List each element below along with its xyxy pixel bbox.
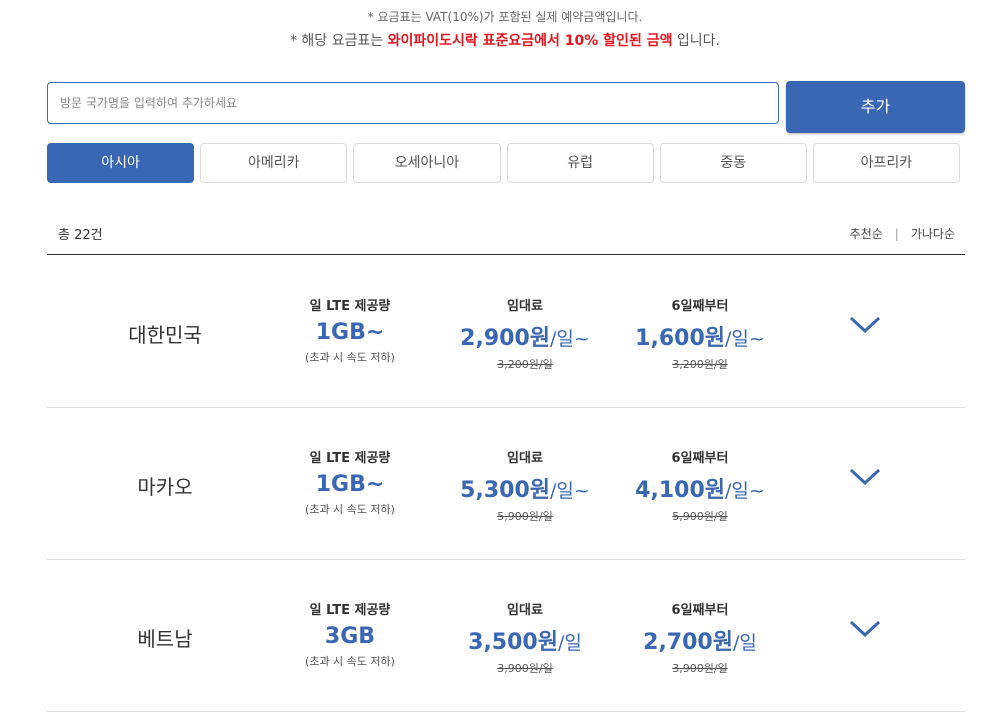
- day6-price-unit: /일~: [725, 328, 765, 350]
- tab-oceania[interactable]: 오세아니아: [353, 143, 501, 183]
- tab-middle-east[interactable]: 중동: [659, 143, 807, 183]
- data-allowance-note: (초과 시 속도 저하): [305, 351, 395, 364]
- tab-europe[interactable]: 유럽: [506, 143, 654, 183]
- rental-price-unit: /일~: [550, 480, 590, 502]
- tab-africa[interactable]: 아프리카: [812, 143, 961, 183]
- day6-old-price: 5,900원/일: [672, 510, 728, 523]
- day6-old-price: 3,200원/일: [672, 358, 728, 371]
- data-allowance-column: 일 LTE 제공량 1GB~ (초과 시 속도 저하): [270, 295, 430, 365]
- rental-old-price: 5,900원/일: [497, 510, 553, 523]
- day6-label: 6일째부터: [671, 451, 729, 466]
- rental-old-price: 3,900원/일: [497, 662, 553, 675]
- day6-column: 6일째부터 1,600원/일~ 3,200원/일: [620, 295, 780, 372]
- tab-asia[interactable]: 아시아: [47, 143, 195, 183]
- vat-notice: * 요금표는 VAT(10%)가 포함된 실제 예약금액입니다.: [367, 10, 643, 24]
- day6-column: 6일째부터 2,700원/일 3,900원/일: [620, 599, 780, 676]
- chevron-down-icon[interactable]: [849, 315, 881, 335]
- region-tabs: 아시아 아메리카 오세아니아 유럽 중동 아프리카: [47, 143, 961, 183]
- rental-label: 임대료: [507, 603, 543, 618]
- result-count: 총 22건: [58, 228, 103, 243]
- discount-notice: * 해당 요금표는 와이파이도시락 표준요금에서 10% 할인된 금액 입니다.: [0, 30, 996, 50]
- list-item: 베트남 일 LTE 제공량 3GB (초과 시 속도 저하) 임대료 3,500…: [47, 559, 965, 712]
- rental-old-price: 3,200원/일: [497, 358, 553, 371]
- country-search-input[interactable]: 방문 국가명을 입력하여 추가하세요: [47, 82, 779, 124]
- day6-column: 6일째부터 4,100원/일~ 5,900원/일: [620, 447, 780, 524]
- day6-price-unit: /일~: [725, 480, 765, 502]
- day6-price-amount: 4,100원: [635, 478, 725, 503]
- rental-column: 임대료 3,500원/일 3,900원/일: [445, 599, 605, 676]
- day6-price-unit: /일: [732, 632, 757, 654]
- country-name: 마카오: [137, 475, 193, 499]
- data-allowance-label: 일 LTE 제공량: [309, 299, 391, 314]
- rental-price: 2,900원/일~: [445, 320, 605, 352]
- data-allowance-note: (초과 시 속도 저하): [305, 655, 395, 668]
- rental-price: 5,300원/일~: [445, 472, 605, 504]
- tab-america[interactable]: 아메리카: [200, 143, 348, 183]
- rental-price-amount: 2,900원: [460, 326, 550, 351]
- data-allowance-value: 1GB~: [315, 472, 385, 497]
- list-item: 대한민국 일 LTE 제공량 1GB~ (초과 시 속도 저하) 임대료 2,9…: [47, 255, 965, 408]
- day6-price-amount: 2,700원: [643, 630, 733, 655]
- rental-column: 임대료 2,900원/일~ 3,200원/일: [445, 295, 605, 372]
- sort-options: 추천순 | 가나다순: [850, 225, 955, 242]
- rental-price: 3,500원/일: [445, 624, 605, 656]
- country-name: 대한민국: [128, 323, 202, 347]
- data-allowance-value: 1GB~: [315, 320, 385, 345]
- day6-price-amount: 1,600원: [635, 326, 725, 351]
- sort-separator: |: [894, 227, 899, 241]
- data-allowance-column: 일 LTE 제공량 3GB (초과 시 속도 저하): [270, 599, 430, 669]
- country-name: 베트남: [137, 627, 193, 651]
- chevron-down-icon[interactable]: [849, 619, 881, 639]
- discount-notice-prefix: * 해당 요금표는: [289, 33, 388, 49]
- data-allowance-note: (초과 시 속도 저하): [305, 503, 395, 516]
- sort-recommended-link[interactable]: 추천순: [850, 227, 883, 241]
- rental-label: 임대료: [507, 299, 543, 314]
- add-country-button[interactable]: 추가: [786, 81, 965, 133]
- data-allowance-label: 일 LTE 제공량: [309, 603, 391, 618]
- rental-price-unit: /일~: [550, 328, 590, 350]
- rental-column: 임대료 5,300원/일~ 5,900원/일: [445, 447, 605, 524]
- day6-price: 1,600원/일~: [620, 320, 780, 352]
- rental-price-unit: /일: [557, 632, 582, 654]
- chevron-down-icon[interactable]: [849, 467, 881, 487]
- sort-alphabetical-link[interactable]: 가나다순: [911, 227, 955, 241]
- rental-price-amount: 3,500원: [468, 630, 558, 655]
- day6-label: 6일째부터: [671, 299, 729, 314]
- rental-price-amount: 5,300원: [460, 478, 550, 503]
- day6-old-price: 3,900원/일: [672, 662, 728, 675]
- day6-price: 4,100원/일~: [620, 472, 780, 504]
- list-item: 마카오 일 LTE 제공량 1GB~ (초과 시 속도 저하) 임대료 5,30…: [47, 407, 965, 560]
- rental-label: 임대료: [507, 451, 543, 466]
- data-allowance-column: 일 LTE 제공량 1GB~ (초과 시 속도 저하): [270, 447, 430, 517]
- data-allowance-label: 일 LTE 제공량: [309, 451, 391, 466]
- day6-label: 6일째부터: [671, 603, 729, 618]
- discount-notice-suffix: 입니다.: [672, 33, 721, 49]
- data-allowance-value: 3GB: [324, 624, 376, 649]
- day6-price: 2,700원/일: [620, 624, 780, 656]
- discount-notice-highlight: 와이파이도시락 표준요금에서 10% 할인된 금액: [387, 33, 673, 49]
